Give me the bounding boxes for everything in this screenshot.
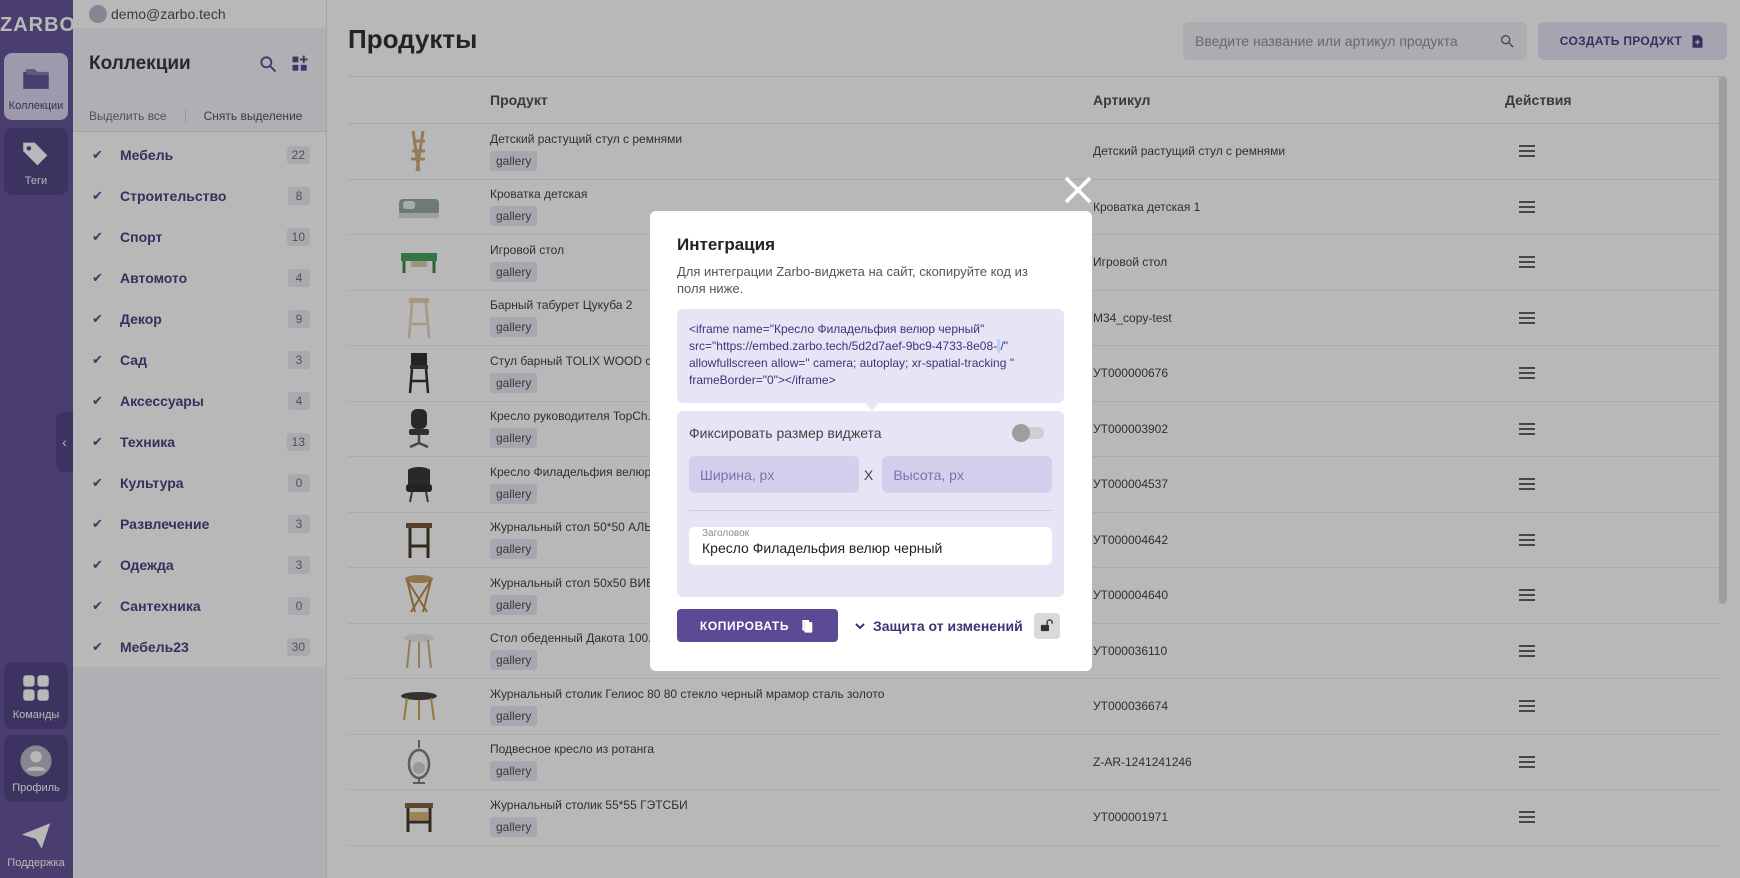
protection-toggle[interactable]: Защита от изменений: [854, 618, 1023, 634]
width-placeholder: Ширина, px: [700, 466, 775, 483]
dialog-title: Интеграция: [677, 235, 776, 254]
dialog-description: Для интеграции Zarbo-виджета на сайт, ск…: [677, 264, 1028, 296]
copy-label: КОПИРОВАТЬ: [699, 618, 790, 633]
protection-label: Защита от изменений: [873, 617, 1023, 634]
widget-title-value: Кресло Филадельфия велюр черный: [702, 540, 943, 556]
widget-title-label: Заголовок: [702, 528, 750, 539]
widget-title-field[interactable]: Заголовок Кресло Филадельфия велюр черны…: [689, 527, 1052, 565]
copy-button[interactable]: КОПИРОВАТЬ: [677, 609, 838, 642]
unlock-button[interactable]: [1033, 612, 1060, 639]
embed-code-text: <iframe name="Кресло Филадельфия велюр ч…: [689, 322, 998, 353]
embed-code-field[interactable]: <iframe name="Кресло Филадельфия велюр ч…: [677, 309, 1064, 410]
unlock-icon: [1041, 619, 1054, 632]
size-separator: X: [863, 466, 874, 483]
dialog-footer: КОПИРОВАТЬ Защита от изменений: [677, 609, 1065, 642]
widget-settings: Фиксировать размер виджета Ширина, px X …: [677, 411, 1064, 597]
chevron-down-icon: [855, 622, 865, 629]
fix-size-label: Фиксировать размер виджета: [689, 425, 882, 441]
height-placeholder: Высота, px: [893, 466, 964, 483]
integration-dialog: Интеграция Для интеграции Zarbo-виджета …: [650, 211, 1092, 671]
divider: [689, 510, 1052, 511]
close-icon[interactable]: [1060, 172, 1096, 208]
copy-icon: [802, 619, 813, 633]
height-input[interactable]: Высота, px: [882, 456, 1052, 493]
width-input[interactable]: Ширина, px: [689, 456, 859, 493]
fix-size-toggle[interactable]: [1012, 424, 1044, 442]
